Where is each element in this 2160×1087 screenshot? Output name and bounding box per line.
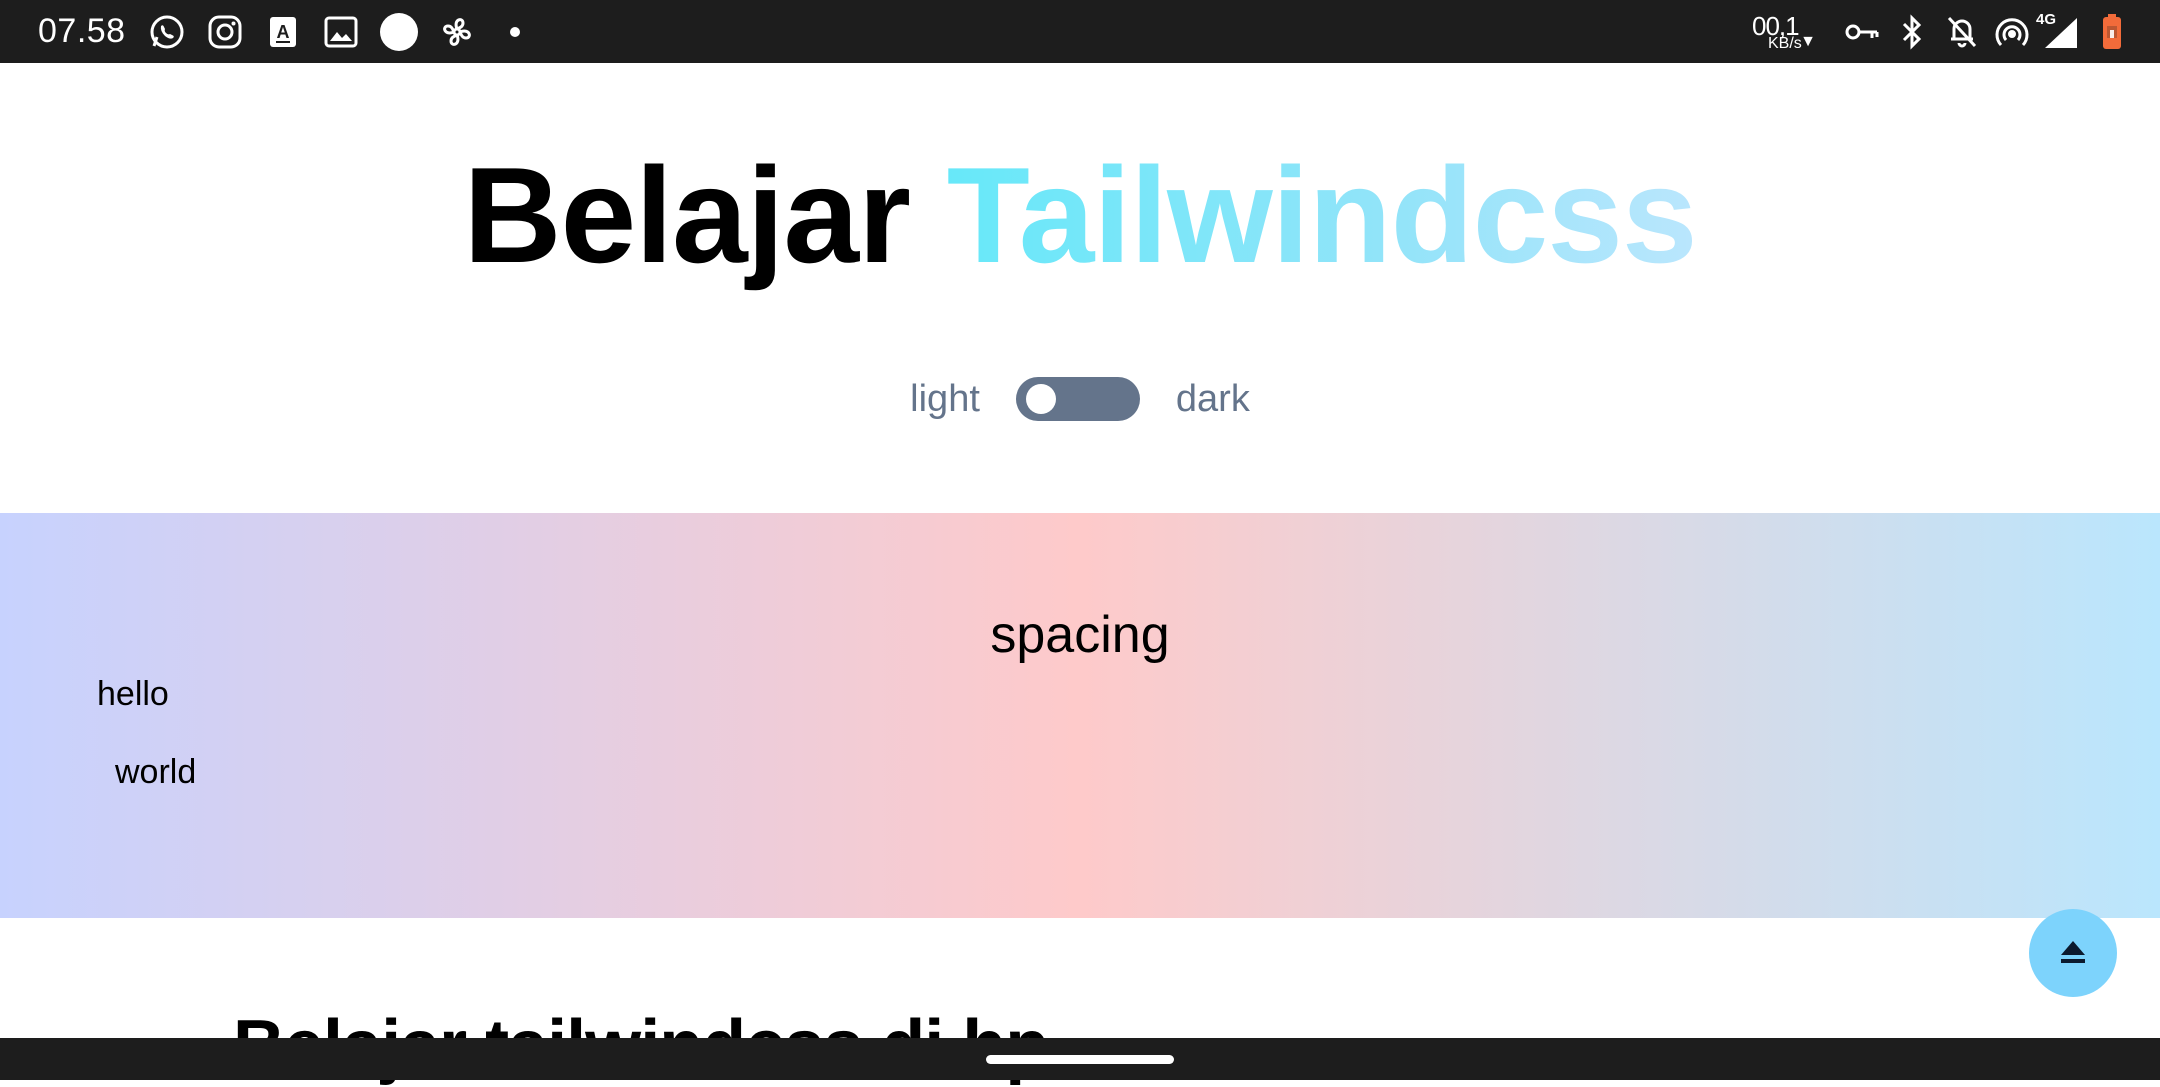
eject-icon <box>2059 939 2087 968</box>
world-text: world <box>115 753 197 791</box>
notifications-off-icon <box>1942 11 1982 53</box>
toggle-knob <box>1025 384 1056 414</box>
network-speed-unit: KB/s <box>1768 34 1802 52</box>
svg-text:A: A <box>276 22 289 42</box>
spacing-section: spacing hello world <box>0 513 2160 918</box>
clock: 07.58 <box>38 12 126 50</box>
whatsapp-icon <box>146 11 188 53</box>
status-bar-right: 00,1 KB/s ▼ 4G <box>1752 0 2132 63</box>
scroll-to-top-button[interactable] <box>2029 909 2117 997</box>
instagram-icon <box>204 11 246 53</box>
network-speed: 00,1 KB/s ▼ <box>1752 9 1816 55</box>
status-bar-left: 07.58 A <box>38 0 552 63</box>
network-type-label: 4G <box>2036 10 2057 28</box>
translate-icon: A <box>262 11 304 53</box>
theme-toggle-switch[interactable] <box>1015 377 1140 421</box>
page-title: Belajar Tailwindcss <box>0 140 2160 290</box>
home-gesture-handle[interactable] <box>986 1055 1174 1064</box>
fan-icon <box>436 11 478 53</box>
signal-icon: 4G <box>2036 11 2082 53</box>
battery-icon <box>2092 11 2132 53</box>
light-label: light <box>910 377 980 420</box>
circle-icon <box>378 11 420 53</box>
dark-label: dark <box>1175 377 1250 420</box>
page-title-accent: Tailwindcss <box>946 139 1698 291</box>
status-bar: 07.58 A 00,1 KB/s ▼ 4G <box>0 0 2160 63</box>
dot-icon <box>494 11 536 53</box>
hotspot-icon <box>1992 11 2032 53</box>
bluetooth-icon <box>1892 11 1932 53</box>
page-title-plain: Belajar <box>463 139 947 291</box>
theme-toggle-row: light dark <box>0 372 2160 426</box>
hello-text: hello <box>97 675 169 713</box>
vpn-key-icon <box>1842 11 1882 53</box>
gallery-icon <box>320 11 362 53</box>
download-arrow-icon: ▼ <box>1800 32 1816 50</box>
section-title: spacing <box>990 606 1170 664</box>
navigation-bar <box>0 1038 2160 1080</box>
